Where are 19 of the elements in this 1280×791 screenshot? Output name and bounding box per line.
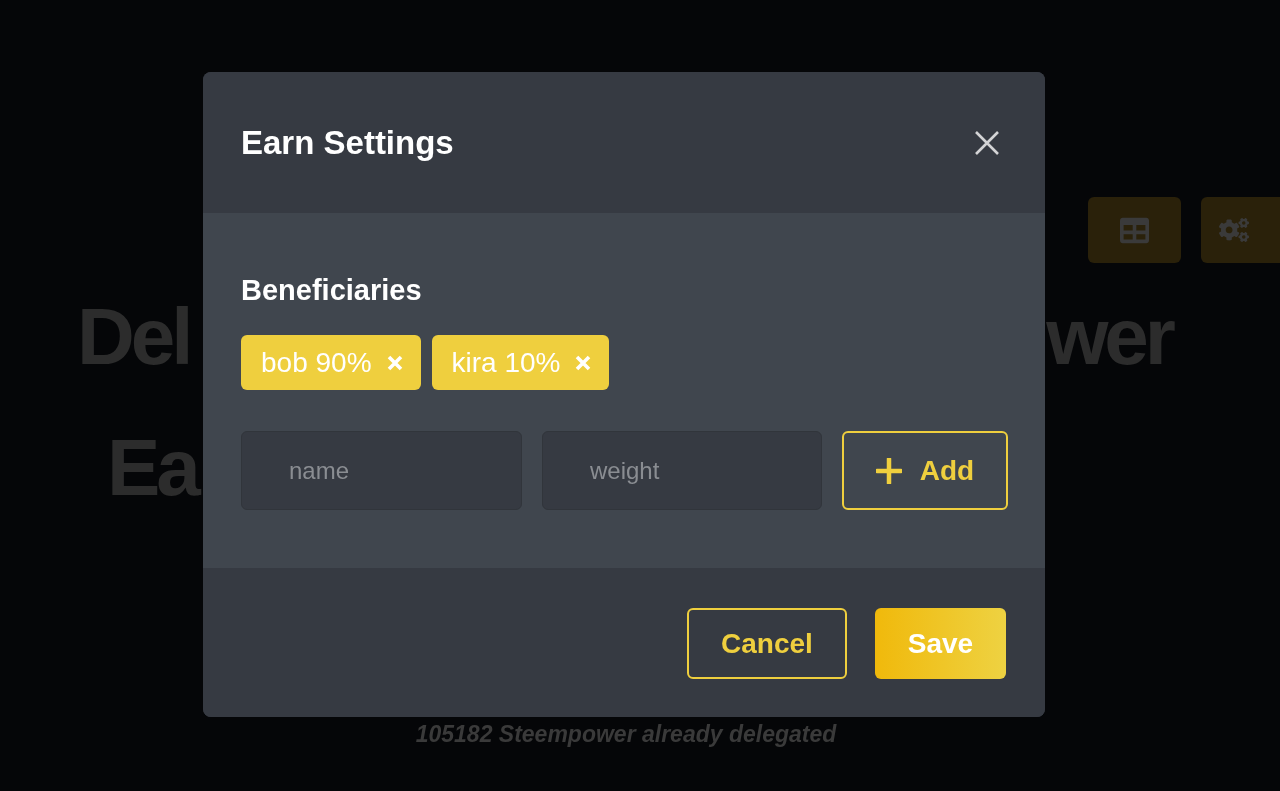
remove-tag-button[interactable] xyxy=(386,354,403,371)
remove-icon xyxy=(386,354,403,371)
cancel-button[interactable]: Cancel xyxy=(687,608,847,679)
dialog-title: Earn Settings xyxy=(241,122,454,163)
add-button[interactable]: Add xyxy=(842,431,1008,510)
settings-button[interactable] xyxy=(1201,197,1280,263)
table-view-button[interactable] xyxy=(1088,197,1181,263)
section-title: Beneficiaries xyxy=(241,273,422,308)
remove-tag-button[interactable] xyxy=(575,354,592,371)
close-button[interactable] xyxy=(975,130,999,155)
gears-icon xyxy=(1218,215,1249,245)
close-icon xyxy=(975,130,999,155)
weight-input[interactable]: weight xyxy=(542,431,822,510)
plus-icon xyxy=(875,457,902,484)
name-input[interactable]: name xyxy=(241,431,522,510)
remove-icon xyxy=(575,354,592,371)
table-icon xyxy=(1120,215,1149,245)
tag-label: kira 10% xyxy=(451,346,561,379)
tag-label: bob 90% xyxy=(261,346,372,379)
